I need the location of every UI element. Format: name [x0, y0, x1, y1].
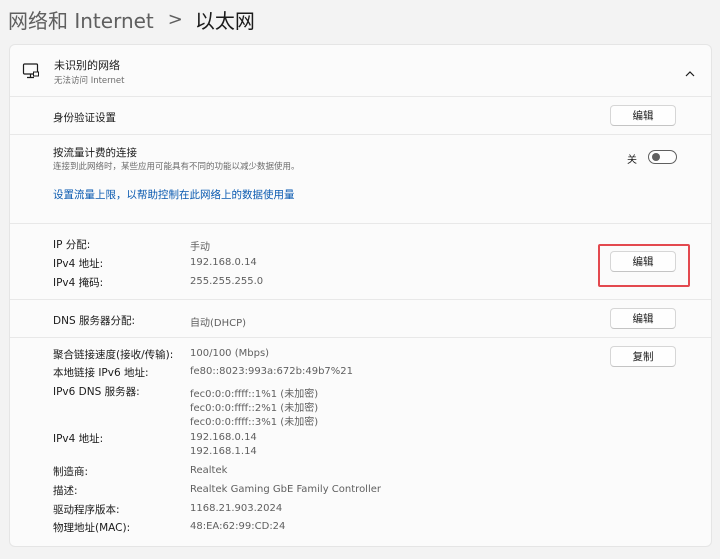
ipv4-mask-value: 255.255.255.0: [190, 276, 264, 287]
description-label: 描述:: [53, 485, 78, 497]
ipv4-addresses-value: 192.168.0.14: [190, 432, 257, 443]
ip-assignment-value: 手动: [190, 242, 210, 253]
ipv4-address-label: IPv4 地址:: [53, 258, 104, 270]
ipv6-link-local-value: fe80::8023:993a:672b:49b7%21: [190, 366, 354, 377]
edit-dns-button[interactable]: 编辑: [610, 308, 676, 329]
monitor-network-icon: [22, 62, 40, 80]
dns-assignment-value: 自动(DHCP): [190, 318, 247, 329]
driver-version-label: 驱动程序版本:: [53, 504, 120, 516]
link-speed-value: 100/100 (Mbps): [190, 348, 270, 359]
ipv6-dns-value: fec0:0:0:ffff::3%1 (未加密): [190, 417, 319, 428]
breadcrumb: 网络和 Internet > 以太网: [8, 4, 255, 34]
manufacturer-value: Realtek: [190, 465, 228, 476]
driver-version-value: 1168.21.903.2024: [190, 503, 283, 514]
breadcrumb-chevron-icon: >: [167, 8, 183, 30]
network-name: 未识别的网络: [54, 59, 120, 72]
ipv4-mask-label: IPv4 掩码:: [53, 277, 104, 289]
metered-connection-description: 连接到此网络时，某些应用可能具有不同的功能以减少数据使用。: [53, 162, 300, 172]
network-status: 无法访问 Internet: [54, 76, 125, 86]
ip-assignment-label: IP 分配:: [53, 239, 91, 251]
set-data-limit-link[interactable]: 设置流量上限，以帮助控制在此网络上的数据使用量: [53, 187, 295, 202]
dns-assignment-label: DNS 服务器分配:: [53, 315, 135, 327]
auth-settings-label: 身份验证设置: [53, 112, 116, 124]
ipv6-dns-value: fec0:0:0:ffff::2%1 (未加密): [190, 403, 319, 414]
ipv4-addresses-label: IPv4 地址:: [53, 433, 104, 445]
metered-connection-label: 按流量计费的连接: [53, 147, 137, 159]
divider: [10, 299, 711, 300]
edit-auth-button[interactable]: 编辑: [610, 105, 676, 126]
metered-connection-toggle[interactable]: [648, 150, 677, 164]
mac-address-label: 物理地址(MAC):: [53, 522, 131, 534]
divider: [10, 134, 711, 135]
metered-toggle-state: 关: [627, 155, 637, 166]
page-title: 以太网: [194, 8, 255, 33]
link-speed-label: 聚合链接速度(接收/传输):: [53, 349, 174, 361]
ethernet-properties-card: 未识别的网络 无法访问 Internet 身份验证设置 编辑 按流量计费的连接 …: [9, 44, 712, 547]
divider: [10, 337, 711, 338]
toggle-knob: [652, 153, 660, 161]
ipv4-address-value: 192.168.0.14: [190, 257, 257, 268]
description-value: Realtek Gaming GbE Family Controller: [190, 484, 382, 495]
ipv4-addresses-value: 192.168.1.14: [190, 446, 257, 457]
ipv6-link-local-label: 本地链接 IPv6 地址:: [53, 367, 149, 379]
divider: [10, 96, 711, 97]
breadcrumb-parent[interactable]: 网络和 Internet: [8, 5, 154, 34]
mac-address-value: 48:EA:62:99:CD:24: [190, 521, 286, 532]
manufacturer-label: 制造商:: [53, 466, 89, 478]
edit-ip-assignment-button[interactable]: 编辑: [610, 251, 676, 272]
divider: [10, 223, 711, 224]
copy-button[interactable]: 复制: [610, 346, 676, 367]
chevron-up-icon[interactable]: [684, 65, 696, 77]
ipv6-dns-label: IPv6 DNS 服务器:: [53, 386, 140, 398]
ipv6-dns-value: fec0:0:0:ffff::1%1 (未加密): [190, 389, 319, 400]
